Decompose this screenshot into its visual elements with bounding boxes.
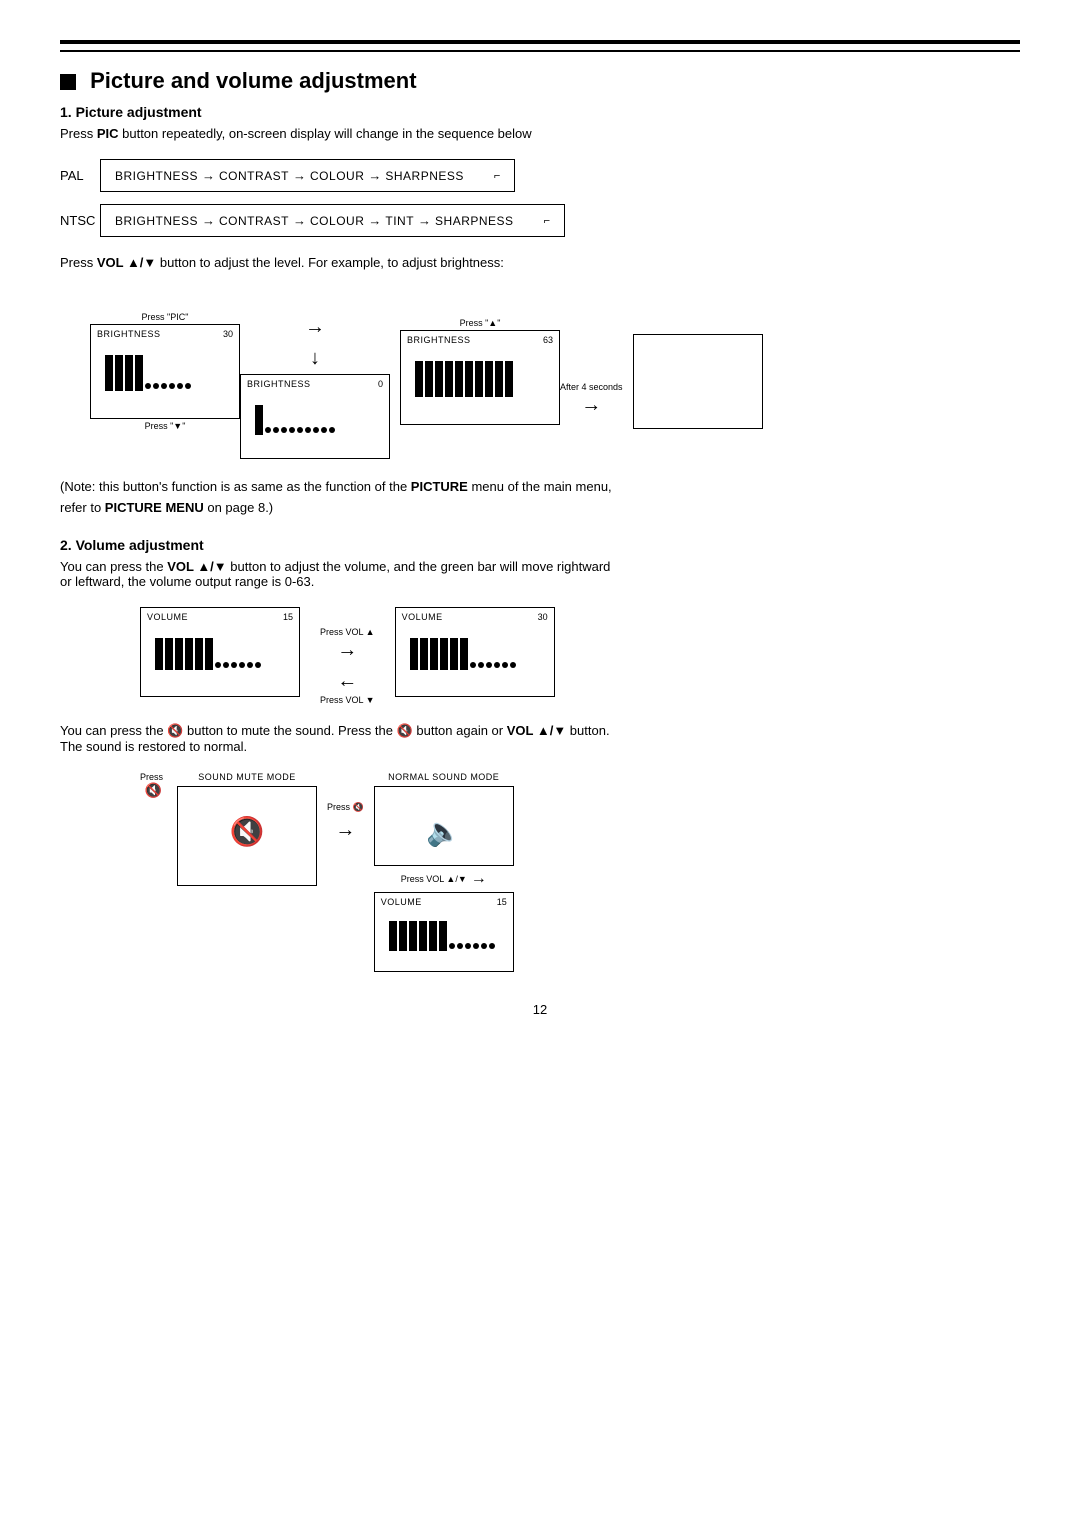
ntsc-label: NTSC: [60, 213, 100, 228]
mute-arrows: Press 🔇 →: [327, 802, 364, 842]
section1-title: 1. Picture adjustment: [60, 104, 1020, 120]
arrow-right-section: After 4 seconds →: [560, 327, 623, 417]
pal-label: PAL: [60, 168, 100, 183]
speaker-icon: 🔈: [385, 815, 503, 848]
mute-icon: 🔇: [188, 815, 306, 848]
diag-col-3: [633, 314, 763, 429]
press-vol-down-label: Press VOL ▼: [320, 695, 375, 705]
diag-col-1: Press "PIC" BRIGHTNESS 30 Press "▼": [90, 312, 240, 431]
pal-sequence-row: PAL BRIGHTNESS → CONTRAST → COLOUR → SHA…: [60, 159, 1020, 192]
restored-volume-box: VOLUME 15: [374, 892, 514, 972]
volume-box-15: VOLUME 15: [140, 607, 300, 697]
top-border: [60, 40, 1020, 52]
mute-col-1: SOUND MUTE MODE 🔇: [177, 772, 317, 886]
brightness-box-1: BRIGHTNESS 30: [90, 324, 240, 419]
press-vol-label: Press VOL ▲/▼: [401, 874, 467, 884]
arrow-down-section: → ↓ BRIGHTNESS 0: [240, 284, 390, 459]
sound-mute-mode-label: SOUND MUTE MODE: [198, 772, 296, 782]
press-up-label: Press "▲": [460, 318, 501, 328]
press-down-label: Press "▼": [145, 421, 186, 431]
section2-title: 2. Volume adjustment: [60, 537, 1020, 553]
vol-arrows: Press VOL ▲ → ← Press VOL ▼: [320, 627, 375, 705]
press-pic-label: Press "PIC": [142, 312, 189, 322]
ntsc-sequence-row: NTSC BRIGHTNESS → CONTRAST → COLOUR → TI…: [60, 204, 1020, 237]
section1-intro: Press PIC button repeatedly, on-screen d…: [60, 126, 1020, 141]
ntsc-sequence-box: BRIGHTNESS → CONTRAST → COLOUR → TINT → …: [100, 204, 565, 237]
empty-display-box: [633, 334, 763, 429]
mute-col-2: NORMAL SOUND MODE 🔈 Press VOL ▲/▼ → VOLU…: [374, 772, 514, 972]
volume-box-30: VOLUME 30: [395, 607, 555, 697]
page-number: 12: [60, 1002, 1020, 1017]
vol-col-2: VOLUME 30: [395, 607, 555, 697]
brightness-diagram: Press "PIC" BRIGHTNESS 30 Press "▼": [90, 284, 990, 459]
press-mute2-label: Press 🔇: [327, 802, 364, 813]
mute-intro: You can press the 🔇 button to mute the s…: [60, 723, 1020, 754]
note-text: (Note: this button's function is as same…: [60, 477, 1020, 519]
mute-box-off: 🔇: [177, 786, 317, 886]
vol-col-1: VOLUME 15: [140, 607, 300, 697]
pal-sequence-box: BRIGHTNESS → CONTRAST → COLOUR → SHARPNE…: [100, 159, 515, 192]
section2-intro: You can press the VOL ▲/▼ button to adju…: [60, 559, 1020, 589]
page-title: Picture and volume adjustment: [60, 68, 1020, 94]
diag-col-2: Press "▲" BRIGHTNESS 63: [400, 318, 560, 425]
press-mute-label: Press 🔇: [140, 772, 167, 799]
mute-diagram: Press 🔇 SOUND MUTE MODE 🔇 Press 🔇 → NORM…: [140, 772, 1020, 972]
brightness-box-0: BRIGHTNESS 0: [240, 374, 390, 459]
mute-box-on: 🔈: [374, 786, 514, 866]
normal-sound-mode-label: NORMAL SOUND MODE: [388, 772, 499, 782]
volume-diagram: VOLUME 15 Press VOL ▲ → ← Press VOL ▼: [140, 607, 1020, 705]
press-vol-up-label: Press VOL ▲: [320, 627, 375, 637]
brightness-box-63: BRIGHTNESS 63: [400, 330, 560, 425]
vol-instruction: Press VOL ▲/▼ button to adjust the level…: [60, 255, 1020, 270]
